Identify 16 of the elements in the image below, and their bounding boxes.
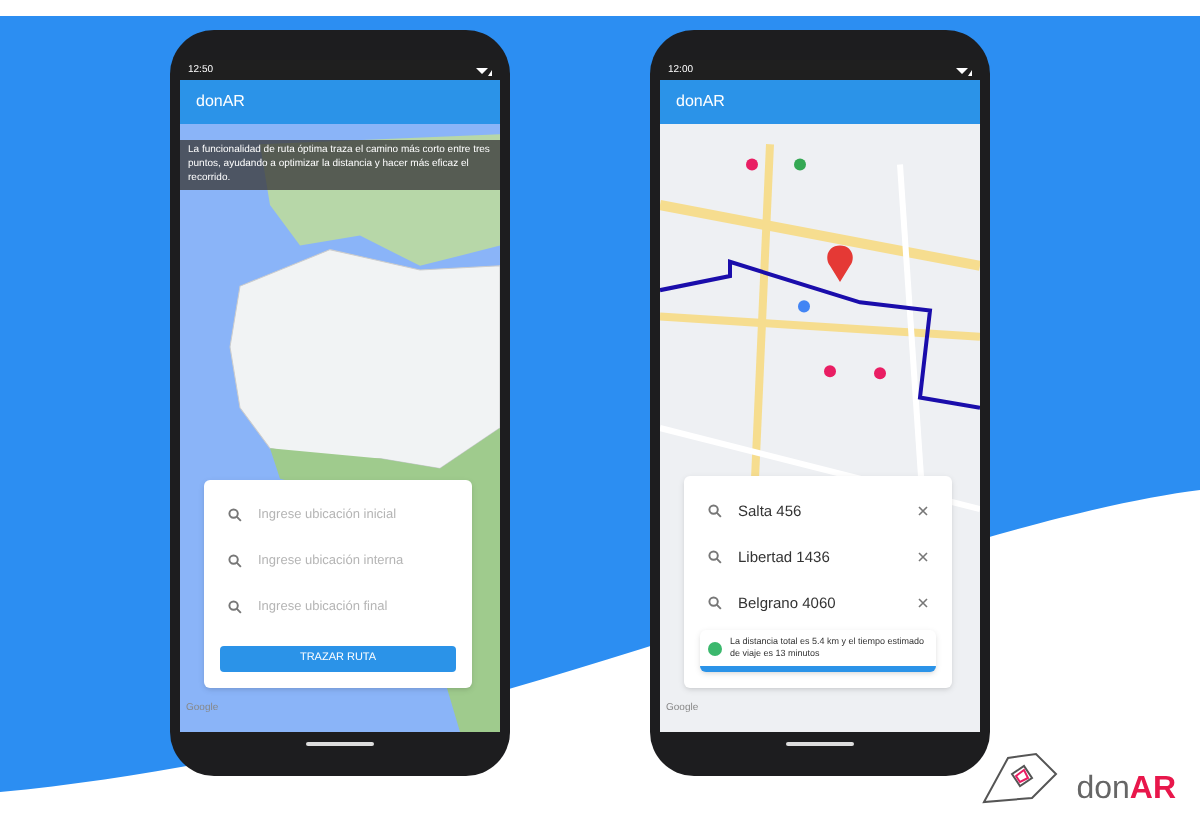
app-title: donAR — [196, 90, 245, 114]
search-icon — [228, 554, 242, 568]
signal-icon — [956, 65, 972, 75]
signal-icon — [476, 65, 492, 75]
close-icon[interactable] — [918, 506, 928, 516]
search-icon — [228, 600, 242, 614]
search-icon — [708, 504, 722, 518]
home-indicator — [786, 742, 854, 746]
search-icon — [228, 508, 242, 522]
search-icon — [708, 596, 722, 610]
close-icon[interactable] — [918, 598, 928, 608]
close-icon[interactable] — [918, 552, 928, 562]
search-icon — [708, 550, 722, 564]
home-indicator — [306, 742, 374, 746]
brand-logo: donAR — [1076, 774, 1176, 806]
app-title: donAR — [676, 90, 725, 114]
